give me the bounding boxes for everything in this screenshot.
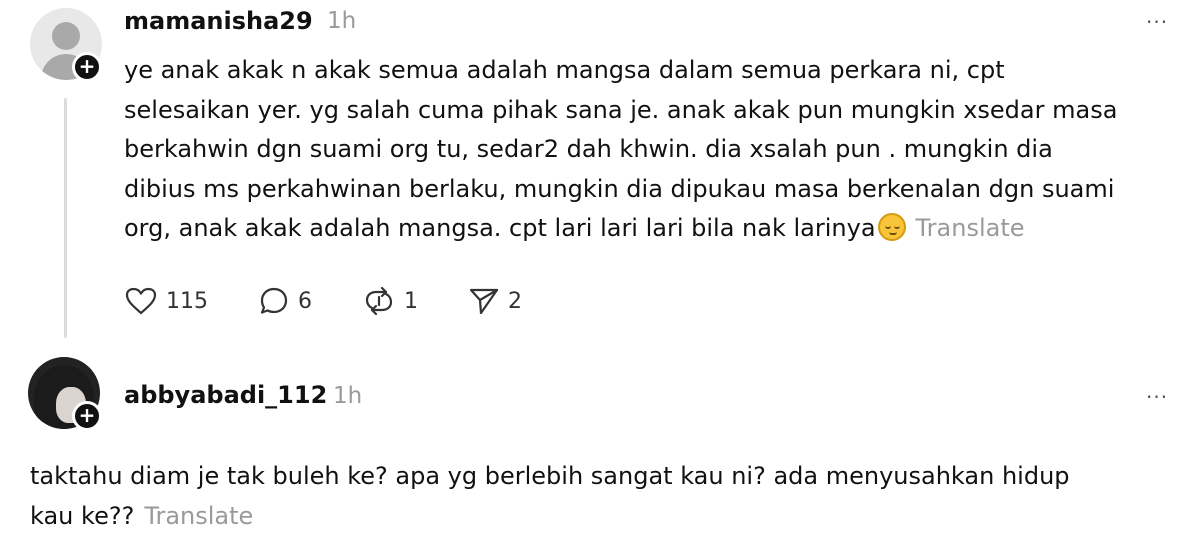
translate-link[interactable]: Translate xyxy=(916,214,1025,242)
default-avatar-head xyxy=(52,22,80,50)
reply-count: 6 xyxy=(298,288,312,314)
timestamp[interactable]: 1h xyxy=(333,383,362,409)
follow-plus-icon[interactable]: + xyxy=(72,401,102,431)
post-text: ye anak akak n akak semua adalah mangsa … xyxy=(124,51,1117,249)
text-line-last: org, anak akak adalah mangsa. cpt lari l… xyxy=(124,214,876,242)
post-text: taktahu diam je tak buleh ke? apa yg ber… xyxy=(30,457,1070,533)
like-button[interactable]: 115 xyxy=(124,286,208,316)
repost-count: 1 xyxy=(404,288,418,314)
text-line: kau ke?? Translate xyxy=(30,497,1070,533)
repost-button[interactable]: 1 xyxy=(362,286,418,316)
text-line: taktahu diam je tak buleh ke? apa yg ber… xyxy=(30,462,1070,490)
text-line: berkahwin dgn suami org tu, sedar2 dah k… xyxy=(124,135,1053,163)
translate-link[interactable]: Translate xyxy=(144,502,253,530)
username[interactable]: abbyabadi_112 xyxy=(124,381,327,409)
like-count: 115 xyxy=(166,288,208,314)
repost-icon xyxy=(365,286,393,316)
text-line: ye anak akak n akak semua adalah mangsa … xyxy=(124,56,1005,84)
reply-button[interactable]: 6 xyxy=(258,286,312,316)
comment-icon xyxy=(260,287,288,314)
text-line: dibius ms perkahwinan berlaku, mungkin d… xyxy=(124,174,1115,203)
heart-icon xyxy=(125,287,157,315)
action-bar: 115 6 1 2 xyxy=(124,283,572,319)
pensive-face-emoji xyxy=(877,213,906,241)
share-button[interactable]: 2 xyxy=(468,286,522,316)
text-line: selesaikan yer. yg salah cuma pihak sana… xyxy=(124,95,1118,124)
send-icon xyxy=(469,288,499,315)
text-line-last: kau ke?? xyxy=(30,501,135,530)
timestamp[interactable]: 1h xyxy=(327,8,356,34)
share-count: 2 xyxy=(508,288,522,314)
username[interactable]: mamanisha29 xyxy=(124,7,313,35)
thread-line xyxy=(64,98,67,338)
more-options-icon[interactable]: ··· xyxy=(1146,385,1168,409)
more-options-icon[interactable]: ··· xyxy=(1146,10,1168,34)
follow-plus-icon[interactable]: + xyxy=(72,52,102,82)
text-line: org, anak akak adalah mangsa. cpt lari l… xyxy=(124,209,1117,249)
